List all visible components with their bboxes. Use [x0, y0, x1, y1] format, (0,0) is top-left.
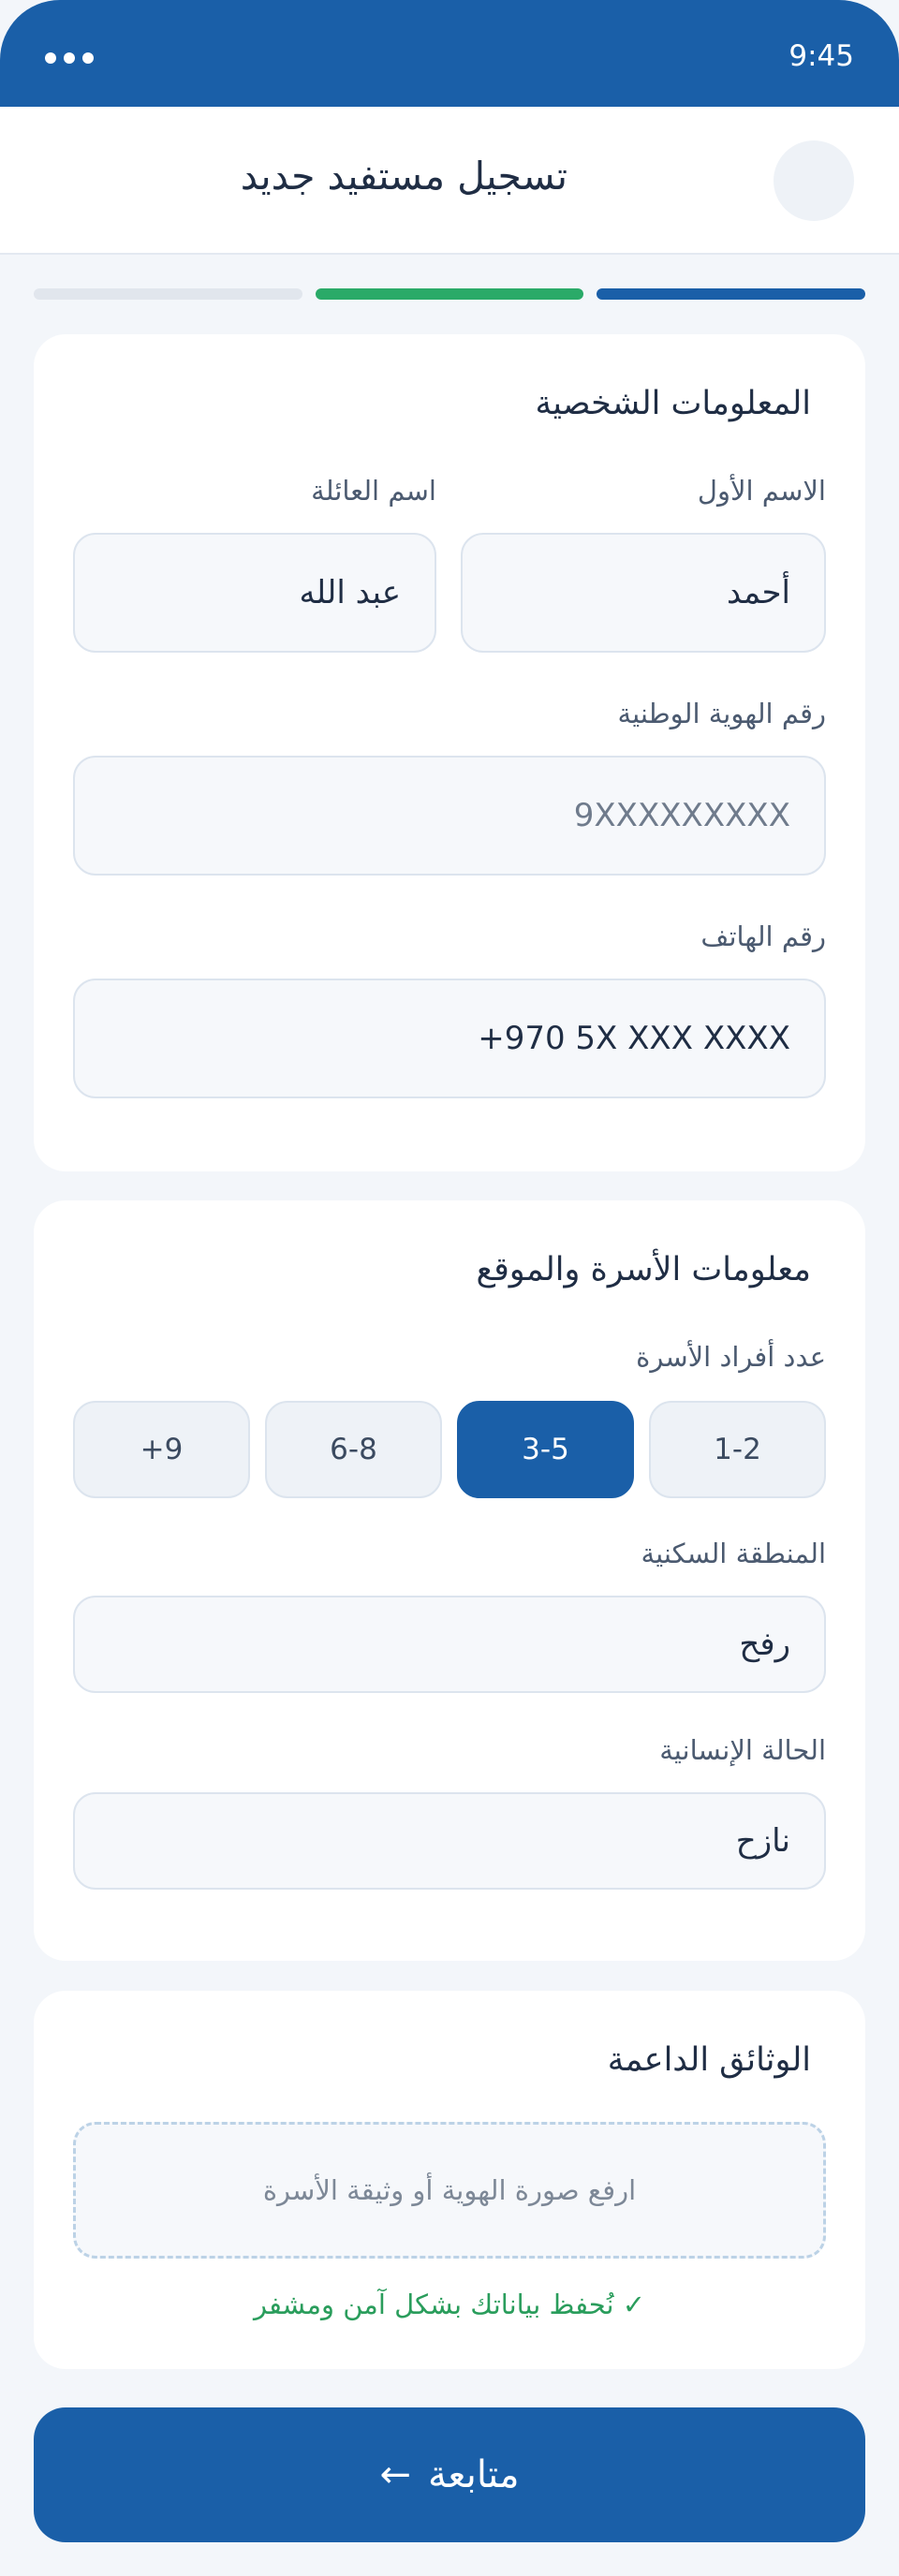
documents-title: الوثائق الداعمة — [607, 2041, 811, 2079]
family-size-label: عدد أفراد الأسرة — [636, 1341, 826, 1373]
continue-label: متابعة — [427, 2453, 520, 2496]
documents-card: الوثائق الداعمة ارفع صورة الهوية أو وثيق… — [34, 1991, 865, 2369]
family-location-card: معلومات الأسرة والموقع عدد أفراد الأسرة … — [34, 1200, 865, 1961]
family-name-label: اسم العائلة — [311, 475, 436, 507]
step-progress — [33, 288, 865, 300]
progress-step-2 — [315, 288, 584, 300]
app-header: تسجيل مستفيد جديد — [0, 107, 899, 255]
first-name-input[interactable]: أحمد — [461, 533, 826, 653]
first-name-label: الاسم الأول — [697, 475, 826, 507]
family-size-option-9-plus[interactable]: +9 — [73, 1401, 250, 1498]
family-size-selector: 1-2 3-5 6-8 +9 — [73, 1401, 826, 1498]
national-id-label: رقم الهوية الوطنية — [617, 698, 826, 729]
arrow-left-icon: ← — [379, 2453, 411, 2496]
page-title: تسجيل مستفيد جديد — [240, 154, 567, 199]
national-id-input[interactable]: 9XXXXXXXXX — [73, 756, 826, 876]
more-dots-icon — [45, 52, 94, 64]
continue-button[interactable]: متابعة ← — [34, 2407, 865, 2542]
progress-step-1 — [597, 288, 865, 300]
status-bar: 9:45 — [0, 0, 899, 107]
secure-notice: ✓ نُحفظ بياناتك بشكل آمن ومشفر — [253, 2289, 646, 2320]
family-size-option-1-2[interactable]: 1-2 — [649, 1401, 826, 1498]
area-label: المنطقة السكنية — [641, 1538, 826, 1569]
humanitarian-status-select[interactable]: نازح — [73, 1792, 826, 1890]
phone-input[interactable]: +970 5X XXX XXXX — [73, 979, 826, 1098]
area-select[interactable]: رفح — [73, 1596, 826, 1693]
family-name-input[interactable]: عبد الله — [73, 533, 436, 653]
progress-step-3 — [33, 288, 302, 300]
family-location-title: معلومات الأسرة والموقع — [476, 1251, 811, 1288]
personal-info-title: المعلومات الشخصية — [535, 385, 811, 422]
family-size-option-3-5[interactable]: 3-5 — [457, 1401, 634, 1498]
avatar[interactable] — [774, 140, 854, 221]
humanitarian-status-label: الحالة الإنسانية — [659, 1734, 826, 1766]
phone-label: رقم الهاتف — [700, 920, 826, 952]
document-upload-area[interactable]: ارفع صورة الهوية أو وثيقة الأسرة — [73, 2122, 826, 2259]
family-size-option-6-8[interactable]: 6-8 — [265, 1401, 442, 1498]
status-time: 9:45 — [788, 39, 854, 73]
personal-info-card: المعلومات الشخصية الاسم الأول اسم العائل… — [34, 334, 865, 1171]
